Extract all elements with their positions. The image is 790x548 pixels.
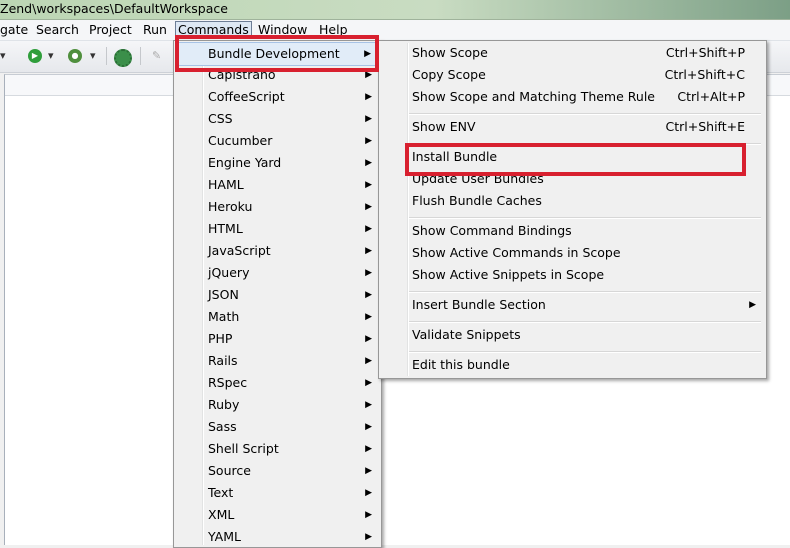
submenu-arrow-icon: ▶ — [365, 180, 372, 190]
submenu-arrow-icon: ▶ — [749, 300, 756, 310]
dropdown-arrow-icon[interactable]: ▾ — [90, 49, 96, 63]
menu-search[interactable]: Search — [36, 22, 79, 37]
submenu-arrow-icon: ▶ — [365, 466, 372, 476]
submenu-arrow-icon: ▶ — [365, 356, 372, 366]
shortcut-label: Ctrl+Shift+C — [664, 67, 745, 82]
menu-item-sass[interactable]: Sass ▶ — [208, 416, 372, 438]
menu-item-cucumber[interactable]: Cucumber ▶ — [208, 130, 372, 152]
menu-bar: gate Search Project Run Commands Window … — [0, 20, 790, 41]
submenu-arrow-icon: ▶ — [365, 422, 372, 432]
dropdown-arrow-icon[interactable]: ▾ — [0, 49, 6, 63]
menu-item-math[interactable]: Math ▶ — [208, 306, 372, 328]
submenu-arrow-icon: ▶ — [365, 532, 372, 542]
submenu-arrow-icon: ▶ — [365, 158, 372, 168]
menu-item-show-scope-matching-theme-rule[interactable]: Show Scope and Matching Theme Rule Ctrl+… — [412, 86, 745, 108]
menu-item-shell-script[interactable]: Shell Script ▶ — [208, 438, 372, 460]
submenu-arrow-icon: ▶ — [365, 444, 372, 454]
menu-item-insert-bundle-section[interactable]: Insert Bundle Section ▶ — [412, 294, 756, 316]
menu-gutter — [202, 43, 204, 545]
submenu-arrow-icon: ▶ — [365, 268, 372, 278]
menu-item-text[interactable]: Text ▶ — [208, 482, 372, 504]
menu-navigate[interactable]: gate — [0, 22, 28, 37]
menu-item-html[interactable]: HTML ▶ — [208, 218, 372, 240]
title-bar: Zend\workspaces\DefaultWorkspace — [0, 0, 790, 20]
bug-icon[interactable] — [114, 49, 132, 67]
menu-run[interactable]: Run — [143, 22, 167, 37]
menu-item-heroku[interactable]: Heroku ▶ — [208, 196, 372, 218]
menu-item-css[interactable]: CSS ▶ — [208, 108, 372, 130]
commands-menu: Bundle Development ▶ Capistrano ▶ Coffee… — [173, 40, 382, 548]
menu-item-show-env[interactable]: Show ENV Ctrl+Shift+E — [412, 116, 745, 138]
menu-item-jquery[interactable]: jQuery ▶ — [208, 262, 372, 284]
toolbar-separator — [140, 47, 141, 65]
shortcut-label: Ctrl+Shift+P — [665, 45, 745, 60]
menu-item-engine-yard[interactable]: Engine Yard ▶ — [208, 152, 372, 174]
shortcut-label: Ctrl+Shift+E — [665, 119, 746, 134]
menu-item-coffeescript[interactable]: CoffeeScript ▶ — [208, 86, 372, 108]
submenu-arrow-icon: ▶ — [365, 290, 372, 300]
menu-item-php[interactable]: PHP ▶ — [208, 328, 372, 350]
menu-item-show-scope[interactable]: Show Scope Ctrl+Shift+P — [412, 42, 745, 64]
debug-icon[interactable]: ● — [68, 49, 82, 63]
menu-item-javascript[interactable]: JavaScript ▶ — [208, 240, 372, 262]
menu-separator — [409, 217, 761, 219]
highlight-box-install-bundle — [405, 143, 746, 176]
submenu-arrow-icon: ▶ — [365, 202, 372, 212]
shortcut-label: Ctrl+Alt+P — [677, 89, 745, 104]
menu-item-xml[interactable]: XML ▶ — [208, 504, 372, 526]
dropdown-arrow-icon[interactable]: ▾ — [48, 49, 54, 63]
menu-separator — [409, 291, 761, 293]
toolbar-separator — [106, 47, 107, 65]
submenu-arrow-icon: ▶ — [365, 136, 372, 146]
submenu-arrow-icon: ▶ — [365, 224, 372, 234]
run-icon[interactable]: ▶ — [28, 49, 42, 63]
menu-item-flush-bundle-caches[interactable]: Flush Bundle Caches — [412, 190, 745, 212]
submenu-arrow-icon: ▶ — [365, 246, 372, 256]
menu-item-haml[interactable]: HAML ▶ — [208, 174, 372, 196]
menu-item-edit-this-bundle[interactable]: Edit this bundle — [412, 354, 745, 376]
menu-item-rails[interactable]: Rails ▶ — [208, 350, 372, 372]
highlight-box-bundle-development — [175, 35, 379, 72]
pencil-icon[interactable]: ✎ — [152, 49, 161, 63]
submenu-arrow-icon: ▶ — [365, 488, 372, 498]
menu-item-ruby[interactable]: Ruby ▶ — [208, 394, 372, 416]
menu-item-copy-scope[interactable]: Copy Scope Ctrl+Shift+C — [412, 64, 745, 86]
submenu-arrow-icon: ▶ — [365, 114, 372, 124]
menu-item-json[interactable]: JSON ▶ — [208, 284, 372, 306]
submenu-arrow-icon: ▶ — [365, 510, 372, 520]
menu-item-show-command-bindings[interactable]: Show Command Bindings — [412, 220, 745, 242]
menu-project[interactable]: Project — [89, 22, 132, 37]
submenu-arrow-icon: ▶ — [365, 378, 372, 388]
menu-item-source[interactable]: Source ▶ — [208, 460, 372, 482]
menu-separator — [409, 351, 761, 353]
menu-item-yaml[interactable]: YAML ▶ — [208, 526, 372, 548]
menu-item-show-active-snippets[interactable]: Show Active Snippets in Scope — [412, 264, 745, 286]
menu-item-validate-snippets[interactable]: Validate Snippets — [412, 324, 745, 346]
window-title: Zend\workspaces\DefaultWorkspace — [0, 1, 228, 16]
menu-item-show-active-commands[interactable]: Show Active Commands in Scope — [412, 242, 745, 264]
menu-gutter — [407, 43, 409, 376]
submenu-arrow-icon: ▶ — [365, 312, 372, 322]
submenu-arrow-icon: ▶ — [365, 92, 372, 102]
submenu-arrow-icon: ▶ — [365, 400, 372, 410]
bundle-development-submenu: Show Scope Ctrl+Shift+P Copy Scope Ctrl+… — [378, 40, 767, 379]
submenu-arrow-icon: ▶ — [365, 334, 372, 344]
menu-separator — [409, 321, 761, 323]
menu-separator — [409, 113, 761, 115]
menu-item-rspec[interactable]: RSpec ▶ — [208, 372, 372, 394]
